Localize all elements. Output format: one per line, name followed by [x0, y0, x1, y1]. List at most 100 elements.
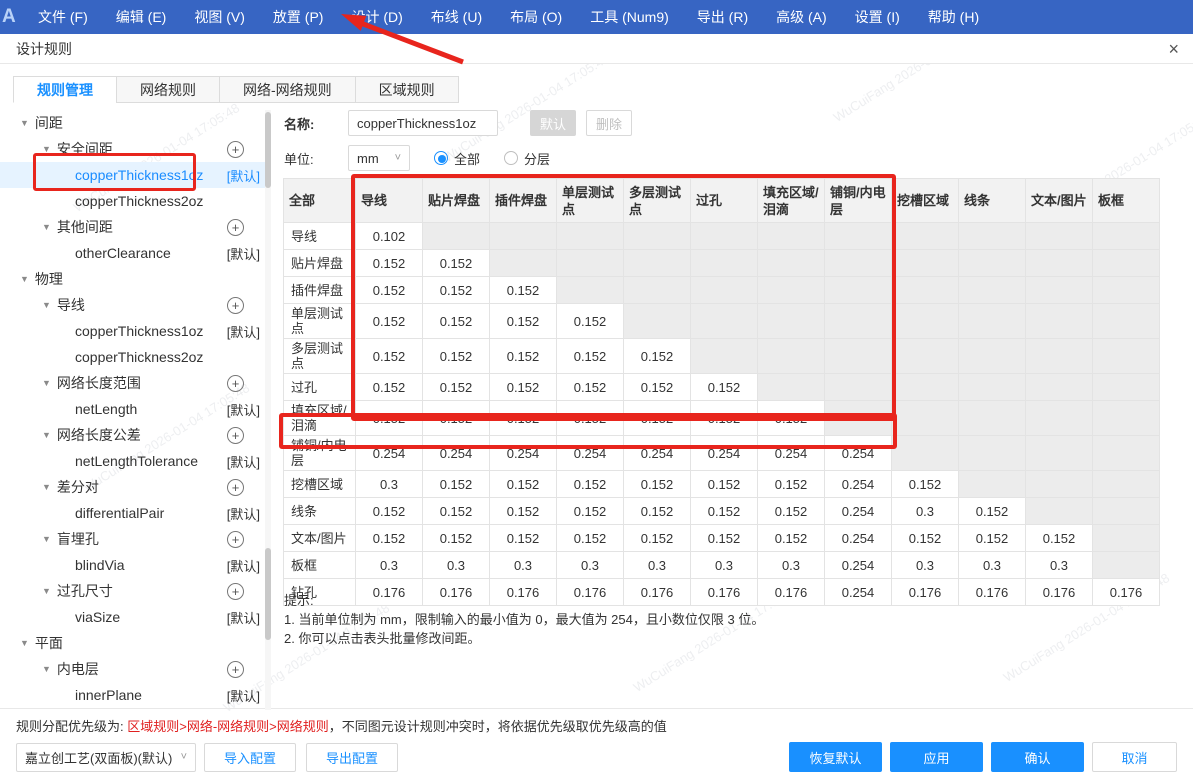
clearance-cell[interactable]: 0.152	[758, 525, 825, 552]
clearance-cell[interactable]: 0.152	[490, 401, 557, 436]
clearance-cell[interactable]: 0.152	[691, 401, 758, 436]
clearance-cell[interactable]: 0.152	[624, 374, 691, 401]
clearance-cell[interactable]: 0.254	[825, 436, 892, 471]
clearance-cell[interactable]: 0.152	[624, 401, 691, 436]
clearance-cell[interactable]: 0.152	[356, 498, 423, 525]
column-header-板框[interactable]: 板框	[1093, 179, 1160, 223]
clearance-cell[interactable]: 0.254	[825, 498, 892, 525]
default-button[interactable]: 默认	[530, 110, 576, 136]
row-header-多层测试点[interactable]: 多层测试点	[284, 339, 356, 374]
menu-item[interactable]: 视图 (V)	[180, 0, 259, 34]
clearance-cell[interactable]: 0.152	[490, 525, 557, 552]
tree-item-copperThickness2oz[interactable]: copperThickness2oz	[0, 188, 266, 214]
clearance-cell[interactable]: 0.152	[557, 401, 624, 436]
clearance-cell[interactable]: 0.3	[624, 552, 691, 579]
clearance-cell[interactable]: 0.152	[356, 277, 423, 304]
rule-name-input[interactable]	[348, 110, 498, 136]
chevron-down-icon[interactable]: ▼	[42, 534, 51, 544]
chevron-down-icon[interactable]: ▼	[42, 144, 51, 154]
clearance-cell[interactable]: 0.152	[691, 471, 758, 498]
row-header-插件焊盘[interactable]: 插件焊盘	[284, 277, 356, 304]
clearance-cell[interactable]: 0.152	[423, 250, 490, 277]
menu-item[interactable]: 设计 (D)	[337, 0, 416, 34]
menu-item[interactable]: 编辑 (E)	[102, 0, 181, 34]
clearance-cell[interactable]: 0.152	[423, 525, 490, 552]
tree-item-copperThickness1oz[interactable]: copperThickness1oz[默认]	[0, 162, 266, 188]
clearance-cell[interactable]: 0.152	[423, 471, 490, 498]
clearance-cell[interactable]: 0.254	[691, 436, 758, 471]
clearance-cell[interactable]: 0.152	[557, 498, 624, 525]
clearance-cell[interactable]: 0.152	[624, 471, 691, 498]
clearance-cell[interactable]: 0.152	[490, 498, 557, 525]
row-header-文本/图片[interactable]: 文本/图片	[284, 525, 356, 552]
tree-item-viaSize[interactable]: viaSize[默认]	[0, 604, 266, 630]
clearance-cell[interactable]: 0.3	[691, 552, 758, 579]
clearance-cell[interactable]: 0.152	[691, 525, 758, 552]
clearance-cell[interactable]: 0.152	[1026, 525, 1093, 552]
tree-group-其他间距[interactable]: ▼其他间距+	[0, 214, 266, 240]
radio-layered[interactable]: 分层	[504, 149, 550, 168]
clearance-cell[interactable]: 0.254	[423, 436, 490, 471]
menu-item[interactable]: 文件 (F)	[24, 0, 102, 34]
clearance-cell[interactable]: 0.3	[423, 552, 490, 579]
clearance-cell[interactable]: 0.152	[959, 498, 1026, 525]
menu-item[interactable]: 放置 (P)	[259, 0, 338, 34]
clearance-cell[interactable]: 0.176	[758, 579, 825, 606]
clearance-cell[interactable]: 0.3	[892, 552, 959, 579]
column-header-填充区域/泪滴[interactable]: 填充区域/泪滴	[758, 179, 825, 223]
tree-group-过孔尺寸[interactable]: ▼过孔尺寸+	[0, 578, 266, 604]
clearance-cell[interactable]: 0.254	[758, 436, 825, 471]
menu-item[interactable]: 布线 (U)	[417, 0, 496, 34]
clearance-cell[interactable]: 0.152	[356, 374, 423, 401]
tree-group-盲埋孔[interactable]: ▼盲埋孔+	[0, 526, 266, 552]
row-header-挖槽区域[interactable]: 挖槽区域	[284, 471, 356, 498]
apply-button[interactable]: 应用	[890, 742, 983, 772]
chevron-down-icon[interactable]: ▼	[20, 274, 29, 284]
radio-all[interactable]: 全部	[434, 149, 480, 168]
process-select[interactable]: 嘉立创工艺(双面板)(默认) ˅	[16, 743, 196, 772]
tree-group-平面[interactable]: ▼平面	[0, 630, 266, 656]
tree-group-导线[interactable]: ▼导线+	[0, 292, 266, 318]
clearance-cell[interactable]: 0.152	[557, 471, 624, 498]
row-header-填充区域/泪滴[interactable]: 填充区域/泪滴	[284, 401, 356, 436]
tree-item-blindVia[interactable]: blindVia[默认]	[0, 552, 266, 578]
table-corner-header[interactable]: 全部	[284, 179, 356, 223]
clearance-cell[interactable]: 0.152	[490, 339, 557, 374]
menu-item[interactable]: 布局 (O)	[496, 0, 576, 34]
tree-group-间距[interactable]: ▼间距	[0, 110, 266, 136]
tree-item-netLength[interactable]: netLength[默认]	[0, 396, 266, 422]
clearance-cell[interactable]: 0.152	[356, 339, 423, 374]
delete-button[interactable]: 删除	[586, 110, 632, 136]
clearance-cell[interactable]: 0.3	[356, 552, 423, 579]
close-icon[interactable]: ×	[1168, 40, 1179, 58]
tab-网络-网络规则[interactable]: 网络-网络规则	[219, 76, 356, 103]
chevron-down-icon[interactable]: ▼	[42, 378, 51, 388]
tab-规则管理[interactable]: 规则管理	[13, 76, 117, 103]
tab-网络规则[interactable]: 网络规则	[116, 76, 220, 103]
chevron-down-icon[interactable]: ▼	[42, 222, 51, 232]
clearance-cell[interactable]: 0.152	[557, 339, 624, 374]
import-config-button[interactable]: 导入配置	[204, 743, 296, 772]
clearance-cell[interactable]: 0.254	[490, 436, 557, 471]
clearance-cell[interactable]: 0.254	[624, 436, 691, 471]
clearance-cell[interactable]: 0.152	[691, 498, 758, 525]
row-header-线条[interactable]: 线条	[284, 498, 356, 525]
clearance-cell[interactable]: 0.152	[356, 304, 423, 339]
clearance-cell[interactable]: 0.152	[624, 339, 691, 374]
chevron-down-icon[interactable]: ▼	[42, 300, 51, 310]
menu-item[interactable]: 帮助 (H)	[914, 0, 993, 34]
tree-group-网络长度范围[interactable]: ▼网络长度范围+	[0, 370, 266, 396]
clearance-cell[interactable]: 0.152	[557, 304, 624, 339]
clearance-cell[interactable]: 0.3	[758, 552, 825, 579]
clearance-cell[interactable]: 0.152	[624, 498, 691, 525]
add-rule-icon[interactable]: +	[227, 661, 244, 678]
tree-group-内电层[interactable]: ▼内电层+	[0, 656, 266, 682]
clearance-cell[interactable]: 0.152	[892, 471, 959, 498]
chevron-down-icon[interactable]: ▼	[42, 430, 51, 440]
unit-select[interactable]: mm ˅	[348, 145, 410, 171]
column-header-文本/图片[interactable]: 文本/图片	[1026, 179, 1093, 223]
clearance-cell[interactable]: 0.254	[825, 471, 892, 498]
column-header-多层测试点[interactable]: 多层测试点	[624, 179, 691, 223]
clearance-cell[interactable]: 0.152	[959, 525, 1026, 552]
tree-item-copperThickness2oz[interactable]: copperThickness2oz	[0, 344, 266, 370]
